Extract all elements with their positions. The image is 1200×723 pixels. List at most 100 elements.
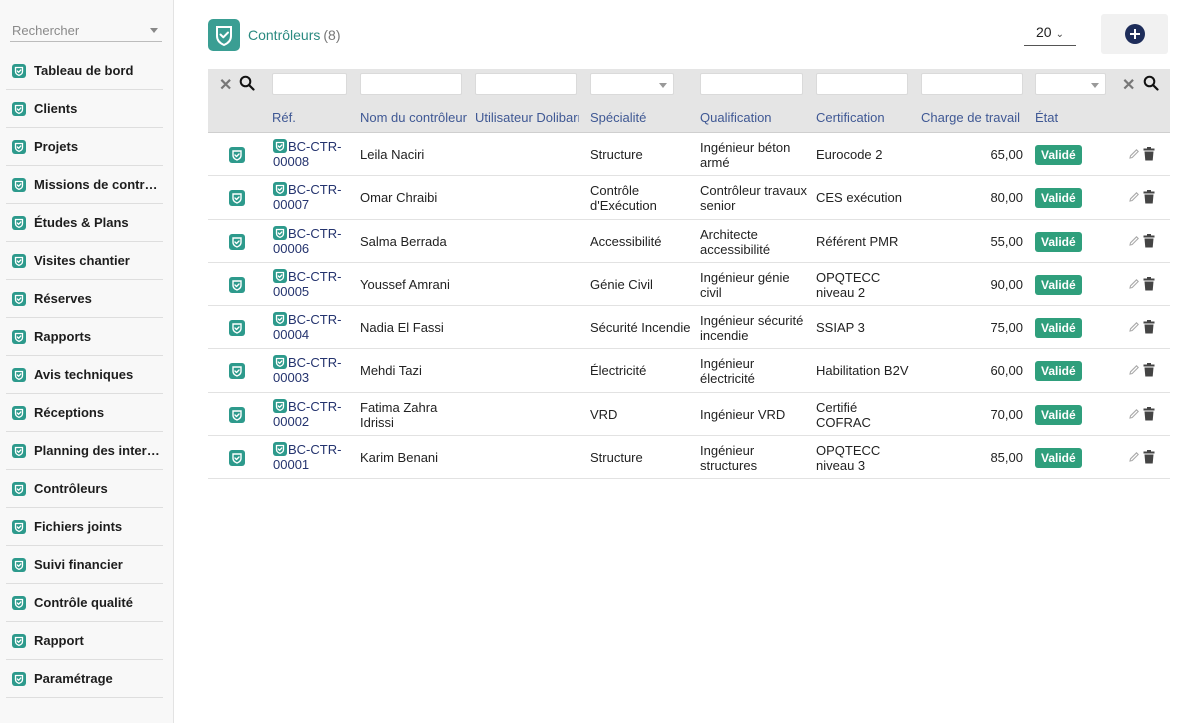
row-checkbox[interactable] bbox=[229, 363, 245, 380]
ref-link[interactable]: BC-CTR- 00004 bbox=[273, 312, 353, 342]
delete-icon[interactable] bbox=[1143, 363, 1155, 380]
column-header-etat[interactable]: État bbox=[1035, 110, 1058, 125]
sidebar-menu: Tableau de bord Clients Projets Missions… bbox=[6, 52, 163, 698]
cell-specialite: Contrôle d'Exécution bbox=[590, 183, 657, 214]
filter-ref-input[interactable] bbox=[272, 73, 347, 95]
cell-qualification: Ingénieur structures bbox=[700, 443, 758, 474]
status-badge: Validé bbox=[1035, 361, 1082, 382]
shield-check-icon bbox=[273, 312, 287, 327]
filter-qualification-input[interactable] bbox=[700, 73, 803, 95]
sidebar-item-fichiers-joints[interactable]: Fichiers joints bbox=[6, 508, 163, 546]
sidebar-item-missions-de-controle[interactable]: Missions de contrôle bbox=[6, 166, 163, 204]
delete-icon[interactable] bbox=[1143, 233, 1155, 251]
filter-utilisateur-input[interactable] bbox=[475, 73, 577, 95]
delete-icon[interactable] bbox=[1143, 147, 1155, 164]
sidebar-item-receptions[interactable]: Réceptions bbox=[6, 394, 163, 432]
column-header-qualification[interactable]: Qualification bbox=[700, 110, 772, 125]
chevron-down-icon[interactable] bbox=[150, 28, 158, 33]
ref-text-line1: BC-CTR- bbox=[288, 225, 342, 241]
filter-nom-input[interactable] bbox=[360, 73, 462, 95]
search-icon[interactable] bbox=[1143, 75, 1159, 94]
sidebar-item-reserves[interactable]: Réserves bbox=[6, 280, 163, 318]
cell-certification: Habilitation B2V bbox=[816, 363, 909, 379]
cell-certification: Référent PMR bbox=[816, 233, 899, 249]
cell-charge: 60,00 bbox=[990, 363, 1023, 379]
edit-icon[interactable] bbox=[1128, 321, 1140, 336]
filter-charge-input[interactable] bbox=[921, 73, 1023, 95]
status-badge: Validé bbox=[1035, 145, 1082, 165]
chevron-down-icon: ⌄ bbox=[1055, 29, 1064, 40]
sidebar-item-controle-qualite[interactable]: Contrôle qualité bbox=[6, 584, 163, 622]
row-checkbox[interactable] bbox=[229, 406, 245, 423]
edit-icon[interactable] bbox=[1128, 408, 1140, 423]
sidebar-item-controleurs[interactable]: Contrôleurs bbox=[6, 470, 163, 508]
edit-icon[interactable] bbox=[1128, 235, 1140, 250]
sidebar-item-visites-chantier[interactable]: Visites chantier bbox=[6, 242, 163, 280]
column-header-nom[interactable]: Nom du contrôleur bbox=[360, 110, 467, 125]
column-header-certification[interactable]: Certification bbox=[816, 110, 885, 125]
shield-check-icon bbox=[12, 139, 26, 154]
ref-link[interactable]: BC-CTR- 00003 bbox=[273, 355, 353, 385]
sidebar-item-etudes-plans[interactable]: Études & Plans bbox=[6, 204, 163, 242]
row-checkbox[interactable] bbox=[229, 190, 245, 207]
delete-icon[interactable] bbox=[1143, 320, 1155, 337]
status-badge: Validé bbox=[1035, 274, 1082, 295]
clear-filter-icon[interactable]: ✕ bbox=[219, 75, 232, 95]
ref-text-line1: BC-CTR- bbox=[288, 398, 342, 414]
ref-link[interactable]: BC-CTR- 00008 bbox=[273, 139, 353, 169]
filter-etat-select[interactable] bbox=[1035, 73, 1106, 95]
cell-specialite: Sécurité Incendie bbox=[590, 320, 691, 336]
edit-icon[interactable] bbox=[1128, 451, 1140, 466]
ref-link[interactable]: BC-CTR- 00001 bbox=[273, 442, 353, 472]
row-checkbox[interactable] bbox=[229, 320, 245, 337]
status-badge: Validé bbox=[1035, 231, 1082, 252]
row-checkbox[interactable] bbox=[229, 147, 245, 163]
edit-icon[interactable] bbox=[1128, 364, 1140, 379]
shield-check-icon bbox=[273, 355, 287, 370]
sidebar-item-avis-techniques[interactable]: Avis techniques bbox=[6, 356, 163, 394]
table-row: BC-CTR- 00005 Youssef Amrani Génie Civil … bbox=[208, 263, 1170, 307]
sidebar-item-tableau-de-bord[interactable]: Tableau de bord bbox=[6, 52, 163, 90]
filter-certification-input[interactable] bbox=[816, 73, 908, 95]
column-header-ref[interactable]: Réf. bbox=[272, 110, 296, 125]
sidebar-item-clients[interactable]: Clients bbox=[6, 90, 163, 128]
filter-specialite-select[interactable] bbox=[590, 73, 674, 95]
edit-icon[interactable] bbox=[1128, 148, 1140, 163]
clear-filter-icon[interactable]: ✕ bbox=[1122, 75, 1135, 95]
plus-circle-icon bbox=[1125, 24, 1145, 44]
sidebar-item-parametrage[interactable]: Paramétrage bbox=[6, 660, 163, 698]
shield-check-icon bbox=[12, 329, 26, 344]
shield-check-icon bbox=[273, 139, 287, 153]
ref-link[interactable]: BC-CTR- 00006 bbox=[273, 225, 353, 256]
sidebar-item-rapport[interactable]: Rapport bbox=[6, 622, 163, 660]
sidebar-item-label: Suivi financier bbox=[34, 557, 123, 572]
delete-icon[interactable] bbox=[1143, 276, 1155, 294]
page-limit-select[interactable]: 20 ⌄ bbox=[1024, 22, 1076, 46]
search-select[interactable]: Rechercher bbox=[10, 18, 162, 42]
cell-nom: Nadia El Fassi bbox=[360, 320, 444, 336]
sidebar-item-planning-des-interventions[interactable]: Planning des interv... bbox=[6, 432, 163, 470]
column-header-specialite[interactable]: Spécialité bbox=[590, 110, 646, 125]
column-header-utilisateur[interactable]: Utilisateur Dolibarr bbox=[475, 110, 579, 125]
filter-row: ✕ ✕ bbox=[208, 69, 1170, 99]
edit-icon[interactable] bbox=[1128, 278, 1140, 293]
edit-icon[interactable] bbox=[1128, 191, 1140, 206]
row-checkbox[interactable] bbox=[229, 450, 245, 467]
search-icon[interactable] bbox=[239, 75, 255, 94]
add-controleur-button[interactable] bbox=[1101, 14, 1168, 54]
delete-icon[interactable] bbox=[1143, 190, 1155, 207]
cell-charge: 70,00 bbox=[990, 406, 1023, 422]
row-checkbox[interactable] bbox=[229, 276, 245, 293]
sidebar-item-rapports[interactable]: Rapports bbox=[6, 318, 163, 356]
cell-certification: Certifié COFRAC bbox=[816, 399, 871, 430]
delete-icon[interactable] bbox=[1143, 450, 1155, 467]
column-header-charge[interactable]: Charge de travail bbox=[921, 110, 1023, 125]
row-checkbox[interactable] bbox=[229, 233, 245, 250]
ref-link[interactable]: BC-CTR- 00007 bbox=[273, 182, 353, 212]
sidebar-item-suivi-financier[interactable]: Suivi financier bbox=[6, 546, 163, 584]
sidebar-item-projets[interactable]: Projets bbox=[6, 128, 163, 166]
delete-icon[interactable] bbox=[1143, 406, 1155, 424]
ref-text-line1: BC-CTR- bbox=[288, 355, 342, 371]
ref-link[interactable]: BC-CTR- 00005 bbox=[273, 268, 353, 299]
ref-link[interactable]: BC-CTR- 00002 bbox=[273, 398, 353, 429]
